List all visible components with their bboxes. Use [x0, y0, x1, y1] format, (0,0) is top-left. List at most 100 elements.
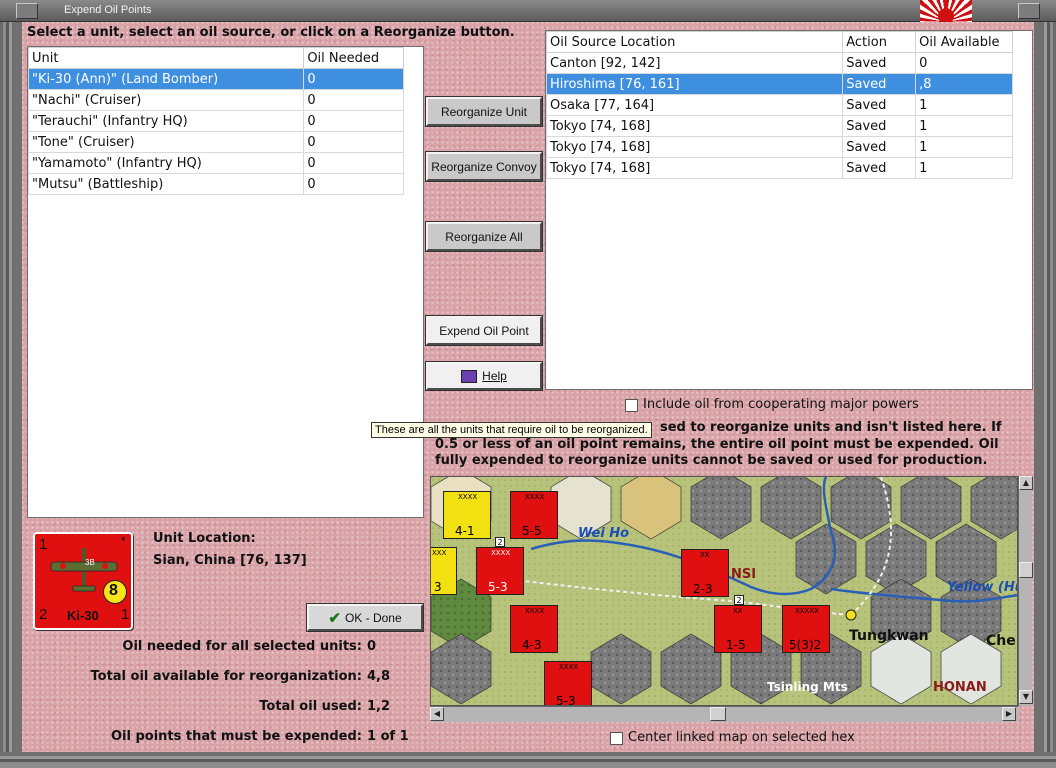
scroll-up-arrow-icon[interactable]: ▲: [1019, 476, 1033, 490]
unit-row[interactable]: "Tone" (Cruiser) 0: [27, 131, 404, 153]
map-label-tungkwan: Tungkwan: [849, 628, 929, 644]
column-header-action[interactable]: Action: [842, 31, 917, 53]
source-action: Saved: [842, 157, 917, 179]
map-unit-counter[interactable]: XXXX 5-5: [510, 491, 558, 539]
title-bar: Expend Oil Points: [0, 0, 1056, 22]
counter-size: XXXX: [525, 607, 545, 615]
unit-name: "Nachi" (Cruiser): [27, 89, 305, 111]
unit-oil-needed: 0: [303, 131, 404, 153]
source-location: Osaka [77, 164]: [545, 94, 844, 116]
column-header-oil-available[interactable]: Oil Available: [915, 31, 1013, 53]
reorganize-unit-button[interactable]: Reorganize Unit: [426, 97, 542, 126]
source-location: Tokyo [74, 168]: [545, 157, 844, 179]
stack-count-badge: 2: [734, 595, 744, 605]
map-unit-counter[interactable]: XX 2-3: [681, 549, 729, 597]
map-unit-counter[interactable]: XXXX 5-3: [476, 547, 524, 595]
ok-done-button-label: OK - Done: [344, 610, 402, 625]
include-cooperating-oil-checkbox[interactable]: [625, 399, 638, 412]
total-oil-used-label: Total oil used:: [259, 699, 362, 714]
column-header-unit[interactable]: Unit: [27, 47, 305, 69]
frame-bottom: [0, 752, 1056, 768]
oil-source-row[interactable]: Tokyo [74, 168] Saved 1: [545, 136, 1013, 158]
map-label-province-nsi: NSI: [731, 567, 757, 582]
oil-source-row[interactable]: Tokyo [74, 168] Saved 1: [545, 157, 1013, 179]
window-title: Expend Oil Points: [64, 4, 152, 16]
oil-points-expended-value: 1 of 1: [367, 729, 409, 744]
unit-row[interactable]: "Yamamoto" (Infantry HQ) 0: [27, 152, 404, 174]
total-oil-used-value: 1,2: [367, 699, 391, 714]
oil-needed-value: 0: [367, 639, 377, 654]
unit-oil-needed: 0: [303, 110, 404, 132]
oil-source-row[interactable]: Tokyo [74, 168] Saved 1: [545, 115, 1013, 137]
unit-row[interactable]: "Terauchi" (Infantry HQ) 0: [27, 110, 404, 132]
column-header-oil-source-location[interactable]: Oil Source Location: [545, 31, 844, 53]
units-table-tooltip: These are all the units that require oil…: [371, 422, 652, 438]
oil-points-expended-label: Oil points that must be expended:: [110, 729, 362, 744]
map-horizontal-scroll-thumb[interactable]: [710, 707, 726, 721]
unit-name: "Yamamoto" (Infantry HQ): [27, 152, 305, 174]
map-unit-counter[interactable]: XXXXX 5(3)2: [782, 605, 830, 653]
counter-strength: 5-3: [488, 580, 508, 594]
expend-oil-point-button[interactable]: Expend Oil Point: [426, 316, 542, 345]
source-location: Tokyo [74, 168]: [545, 136, 844, 158]
column-header-oil-needed[interactable]: Oil Needed: [303, 47, 404, 69]
source-action: Saved: [842, 52, 917, 74]
units-table[interactable]: Unit Oil Needed "Ki-30 (Ann)" (Land Bomb…: [27, 46, 424, 518]
help-button-label: Help: [482, 369, 507, 383]
map-label-che: Che: [986, 633, 1016, 649]
unit-location-label: Unit Location:: [153, 531, 256, 546]
counter-size: XXXX: [458, 493, 478, 501]
reorganize-convoy-button[interactable]: Reorganize Convoy: [426, 152, 542, 181]
counter-strength: 3: [434, 580, 442, 594]
source-oil-available: 1: [915, 136, 1013, 158]
info-text-line-3: fully expended to reorganize units canno…: [435, 453, 988, 468]
system-menu-button[interactable]: [16, 3, 38, 19]
scroll-down-arrow-icon[interactable]: ▼: [1019, 690, 1033, 704]
unit-row[interactable]: "Mutsu" (Battleship) 0: [27, 173, 404, 195]
oil-needed-label: Oil needed for all selected units:: [122, 639, 362, 654]
reorganize-all-button[interactable]: Reorganize All: [426, 222, 542, 251]
map-unit-counter[interactable]: XXXX 4-1: [443, 491, 491, 539]
oil-source-row[interactable]: Hiroshima [76, 161] Saved ,8: [545, 73, 1013, 95]
unit-oil-needed: 0: [303, 68, 404, 90]
map-vertical-scroll-thumb[interactable]: [1019, 562, 1033, 578]
counter-size: XXX: [432, 549, 447, 557]
map-label-tsinling-mts: Tsinling Mts: [767, 680, 848, 694]
close-window-button[interactable]: [1018, 3, 1040, 19]
counter-strength: 5(3)2: [789, 638, 822, 652]
oil-sources-table[interactable]: Oil Source Location Action Oil Available…: [545, 30, 1033, 390]
map-unit-counter[interactable]: XXX 3: [431, 547, 457, 595]
map-unit-counter[interactable]: XXXX 5-3: [544, 661, 592, 706]
unit-row[interactable]: "Nachi" (Cruiser) 0: [27, 89, 404, 111]
map-unit-counter[interactable]: XXXX 4-3: [510, 605, 558, 653]
map-vertical-scrollbar[interactable]: ▲ ▼: [1018, 476, 1033, 706]
oil-source-row[interactable]: Osaka [77, 164] Saved 1: [545, 94, 1013, 116]
source-action: Saved: [842, 136, 917, 158]
linked-map[interactable]: Wei Ho NSI Yellow (Hu Tungkwan Che Tsinl…: [430, 476, 1018, 706]
scroll-left-arrow-icon[interactable]: ◀: [430, 707, 444, 721]
unit-oil-needed: 0: [303, 152, 404, 174]
counter-strength: 4-1: [455, 524, 475, 538]
oil-source-row[interactable]: Canton [92, 142] Saved 0: [545, 52, 1013, 74]
source-oil-available: ,8: [915, 73, 1013, 95]
center-linked-map-checkbox[interactable]: [610, 732, 623, 745]
map-horizontal-scrollbar[interactable]: ◀ ▶: [430, 706, 1018, 722]
source-location: Hiroshima [76, 161]: [545, 73, 844, 95]
unit-name: "Mutsu" (Battleship): [27, 173, 305, 195]
ok-done-button[interactable]: ✔ OK - Done: [307, 604, 423, 631]
counter-strength: 5-5: [522, 524, 542, 538]
counter-strength: 5-3: [556, 694, 576, 706]
map-label-yellow-river: Yellow (Hu: [947, 580, 1018, 595]
map-label-honan: HONAN: [933, 680, 987, 695]
source-oil-available: 1: [915, 157, 1013, 179]
total-oil-available-label: Total oil available for reorganization:: [90, 669, 363, 684]
scroll-right-arrow-icon[interactable]: ▶: [1002, 707, 1016, 721]
map-label-wei-ho: Wei Ho: [578, 526, 630, 541]
unit-row[interactable]: "Ki-30 (Ann)" (Land Bomber) 0: [27, 68, 404, 90]
help-button[interactable]: Help: [426, 362, 542, 390]
unit-name: "Terauchi" (Infantry HQ): [27, 110, 305, 132]
counter-strength: 4-3: [522, 638, 542, 652]
map-unit-counter[interactable]: XX 1-5: [714, 605, 762, 653]
counter-size: XXXXX: [795, 607, 819, 615]
counter-size: XXXX: [559, 663, 579, 671]
